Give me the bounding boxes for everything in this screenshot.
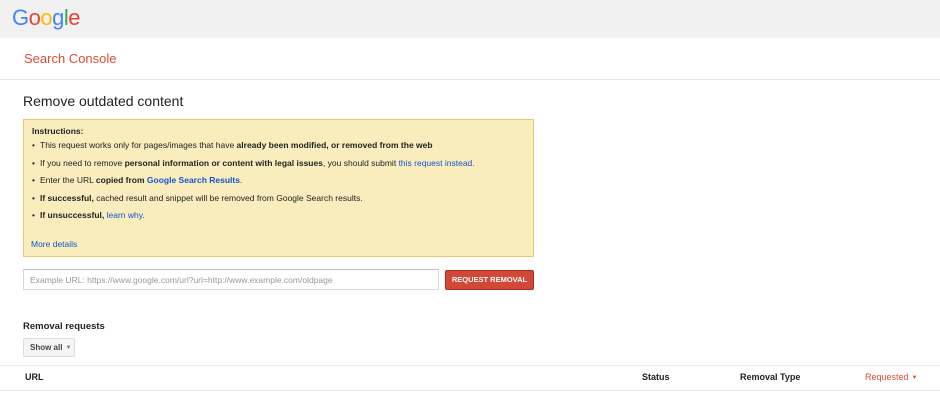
learn-why-link[interactable]: learn why. — [107, 210, 145, 220]
instruction-text: . — [239, 175, 243, 185]
removal-requests-title: Removal requests — [23, 321, 105, 332]
chevron-down-icon: ▼ — [65, 345, 72, 351]
google-search-results-link[interactable]: Google Search Results — [147, 175, 240, 185]
instruction-bold: copied from — [95, 175, 147, 185]
column-header-requested[interactable]: Requested ▼ — [865, 372, 918, 384]
logo-letter: o — [40, 5, 53, 30]
instruction-item: If successful, cached result and snippet… — [32, 193, 525, 204]
instructions-list: This request works only for pages/images… — [32, 140, 525, 221]
instruction-item: If unsuccessful, learn why. — [32, 210, 525, 221]
instruction-bold: already been modified, or removed from t… — [236, 140, 433, 150]
sort-down-icon: ▼ — [911, 375, 918, 381]
filter-dropdown[interactable]: Show all ▼ — [23, 338, 75, 357]
logo-letter: g — [52, 5, 64, 30]
filter-label: Show all — [30, 343, 63, 352]
instruction-item: If you need to remove personal informati… — [32, 158, 525, 169]
request-removal-button[interactable]: REQUEST REMOVAL — [445, 270, 534, 290]
page-title: Remove outdated content — [23, 93, 184, 109]
legal-request-link[interactable]: this request instead. — [399, 158, 475, 168]
google-logo[interactable]: Google — [12, 5, 81, 31]
instruction-text: , you should submit — [322, 157, 399, 168]
top-bar: Google — [0, 0, 940, 38]
instruction-text: Enter the URL — [40, 175, 96, 185]
column-header-status[interactable]: Status — [642, 372, 670, 383]
instruction-bold: If unsuccessful, — [40, 210, 105, 220]
logo-letter: G — [12, 5, 29, 30]
instructions-title: Instructions: — [32, 126, 84, 136]
url-input[interactable] — [23, 269, 439, 290]
table-divider — [0, 390, 940, 391]
app-title[interactable]: Search Console — [24, 51, 117, 67]
more-details-link[interactable]: More details — [31, 239, 77, 250]
instruction-text: If you need to remove — [40, 157, 125, 168]
logo-letter: e — [68, 5, 81, 30]
instruction-bold: personal information or content with leg… — [124, 157, 323, 168]
logo-letter: o — [28, 5, 41, 30]
instruction-item: This request works only for pages/images… — [32, 140, 525, 151]
instruction-item: Enter the URL copied from Google Search … — [32, 175, 525, 186]
column-header-removal-type[interactable]: Removal Type — [740, 372, 800, 383]
table-divider — [0, 365, 940, 366]
column-header-url[interactable]: URL — [25, 372, 44, 383]
column-header-requested-label: Requested — [865, 372, 909, 382]
app-header: Search Console — [0, 38, 940, 80]
instruction-bold: If successful, — [40, 192, 94, 203]
instructions-box: Instructions: This request works only fo… — [23, 119, 534, 257]
instruction-text: This request works only for pages/images… — [40, 140, 237, 150]
instruction-text: cached result and snippet will be remove… — [93, 192, 363, 203]
